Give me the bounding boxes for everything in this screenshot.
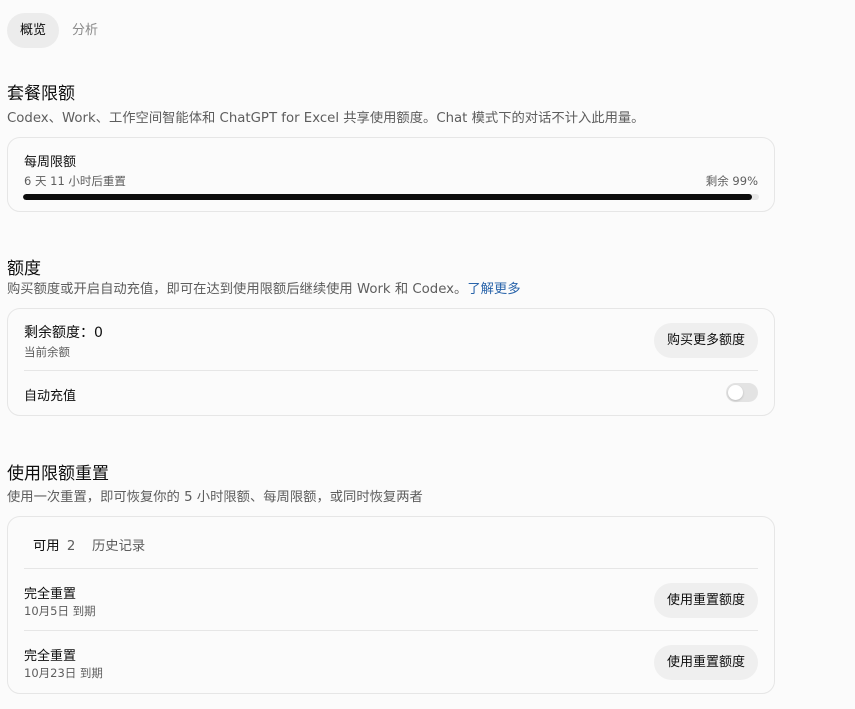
buy-more-credits-button[interactable]: 购买更多额度 (653, 323, 758, 358)
reset-item-title: 完全重置 (24, 649, 77, 664)
toggle-knob (728, 385, 743, 400)
use-reset-button[interactable]: 使用重置额度 (653, 583, 758, 618)
tab-available[interactable]: 可用 2 (33, 535, 75, 554)
reset-item-expiry: 10月5日 到期 (24, 604, 96, 618)
credits-card: 剩余额度：0 当前余额 购买更多额度 自动充值 (7, 308, 775, 416)
credits-description: 购买额度或开启自动充值，即可在达到使用限额后继续使用 Work 和 Codex。… (7, 278, 521, 297)
learn-more-link[interactable]: 了解更多 (467, 282, 520, 297)
plan-limits-title: 套餐限额 (7, 84, 75, 104)
resets-description: 使用一次重置，即可恢复你的 5 小时限额、每周限额，或同时恢复两者 (7, 490, 423, 505)
remaining-credits-label: 剩余额度：0 (24, 325, 103, 341)
tab-available-label: 可用 (33, 539, 60, 554)
weekly-progress-bar (23, 194, 759, 200)
tab-overview[interactable]: 概览 (7, 13, 60, 48)
reset-item-expiry: 10月23日 到期 (24, 666, 103, 680)
plan-limits-description: Codex、Work、工作空间智能体和 ChatGPT for Excel 共享… (7, 111, 645, 126)
reset-item-title: 完全重置 (24, 587, 77, 602)
tab-history[interactable]: 历史记录 (92, 535, 145, 554)
weekly-reset-text: 6 天 11 小时后重置 (24, 174, 126, 188)
resets-tabs-divider (24, 568, 758, 569)
credits-title: 额度 (7, 259, 41, 279)
current-balance-label: 当前余额 (24, 345, 70, 359)
tab-available-count: 2 (66, 539, 76, 554)
auto-recharge-label: 自动充值 (24, 389, 77, 404)
weekly-progress-fill (23, 194, 752, 200)
weekly-limit-card: 每周限额 6 天 11 小时后重置 剩余 99% (7, 137, 775, 212)
credits-description-text: 购买额度或开启自动充值，即可在达到使用限额后继续使用 Work 和 Codex。 (7, 282, 468, 297)
weekly-limit-title: 每周限额 (24, 155, 77, 170)
tab-analytics[interactable]: 分析 (59, 13, 111, 48)
auto-recharge-toggle[interactable] (726, 383, 758, 402)
weekly-remaining-text: 剩余 99% (705, 174, 758, 188)
resets-card: 可用 2 历史记录 完全重置 10月5日 到期 使用重置额度 完全重置 10月2… (7, 516, 775, 694)
resets-title: 使用限额重置 (7, 464, 109, 484)
use-reset-button[interactable]: 使用重置额度 (653, 645, 758, 680)
top-tabs: 概览 分析 (7, 13, 111, 48)
credits-divider (24, 370, 758, 371)
resets-items-divider (24, 630, 758, 631)
